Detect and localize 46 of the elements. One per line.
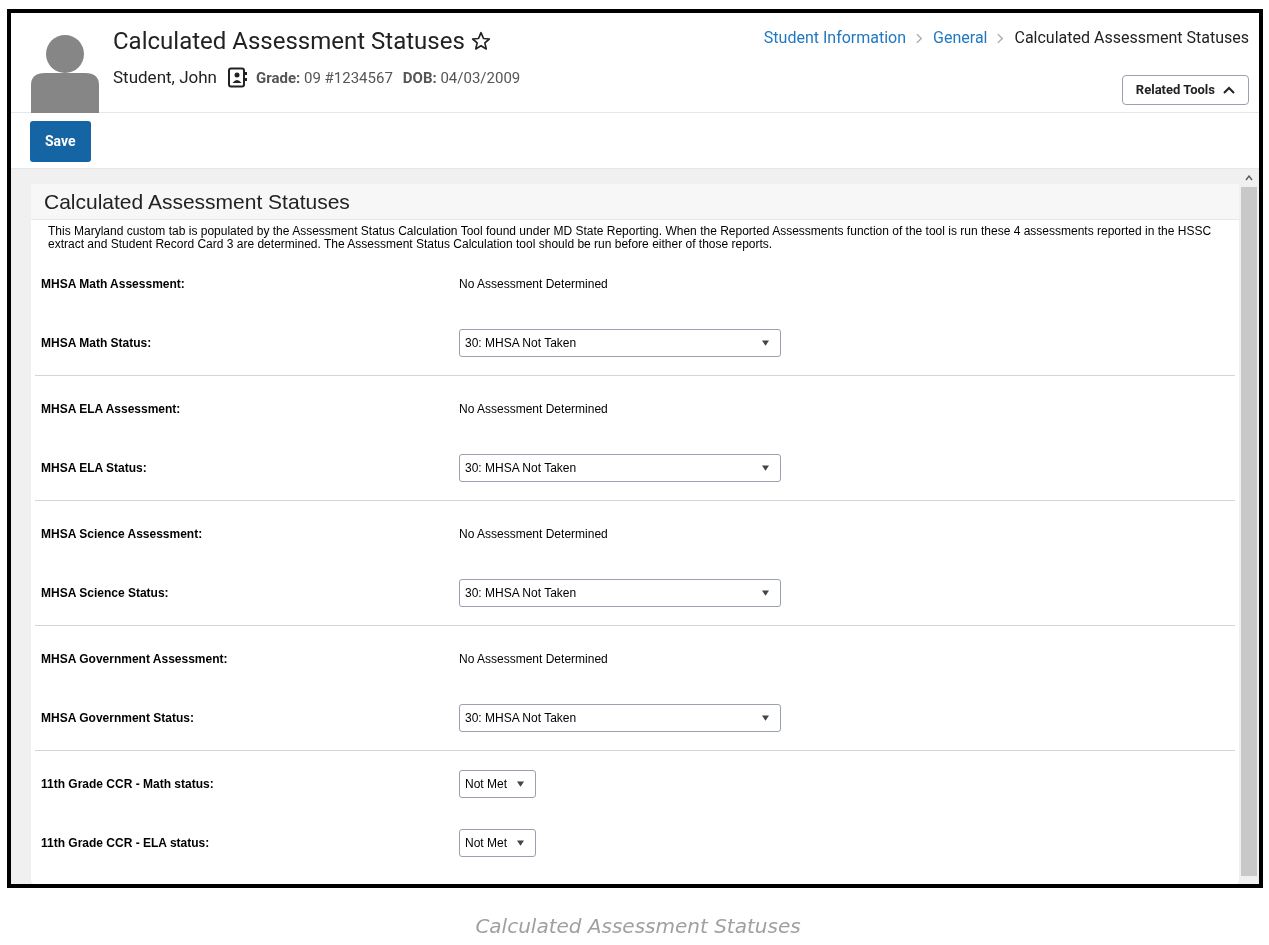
chevron-right-icon xyxy=(916,32,924,44)
field-value: No Assessment Determined xyxy=(459,650,608,668)
field-label: 11th Grade CCR - Math status: xyxy=(40,775,215,793)
breadcrumb-current: Calculated Assessment Statuses xyxy=(1014,27,1249,49)
star-icon[interactable] xyxy=(470,31,491,51)
dropdown-arrow-icon xyxy=(762,714,769,721)
related-tools-button[interactable]: Related Tools xyxy=(1121,75,1249,105)
dropdown[interactable]: 30: MHSA Not Taken xyxy=(459,328,781,357)
panel-description: This Maryland custom tab is populated by the Assessment Status Calculation Tool found under MD State Reporting. When the Reported Assessments function of the tool is run these 4 assessments reported in the HSSC extract and Student Record Card 3 are determined. The Assessment Status Calculation tool should be run before either of those reports. xyxy=(47,223,1213,251)
field-value: No Assessment Determined xyxy=(459,400,608,418)
chevron-up-icon xyxy=(1223,86,1235,94)
field-value: No Assessment Determined xyxy=(459,525,608,543)
save-button[interactable]: Save xyxy=(30,121,91,162)
panel-title: Calculated Assessment Statuses xyxy=(31,184,1239,220)
field-label: MHSA ELA Assessment: xyxy=(40,400,182,418)
field-label: MHSA Math Assessment: xyxy=(40,275,186,293)
dropdown[interactable]: Not Met xyxy=(459,769,536,798)
scroll-up-icon[interactable] xyxy=(1245,175,1253,181)
dropdown-arrow-icon xyxy=(762,589,769,596)
contact-card-icon[interactable] xyxy=(226,67,248,89)
breadcrumb-link[interactable]: General xyxy=(933,26,988,50)
dropdown[interactable]: 30: MHSA Not Taken xyxy=(459,578,781,607)
dropdown-arrow-icon xyxy=(517,839,524,846)
dropdown[interactable]: 30: MHSA Not Taken xyxy=(459,453,781,482)
page-title: Calculated Assessment Statuses xyxy=(113,26,465,57)
dob-info: DOB: 04/03/2009 xyxy=(402,67,521,89)
figure-caption: Calculated Assessment Statuses xyxy=(474,913,802,940)
field-label: MHSA Math Status: xyxy=(40,334,153,352)
student-name: Student, John xyxy=(113,66,217,89)
grade-info: Grade: 09 #1234567 xyxy=(255,67,393,89)
breadcrumb-link[interactable]: Student Information xyxy=(763,26,907,50)
dropdown[interactable]: 30: MHSA Not Taken xyxy=(459,703,781,732)
field-label: MHSA ELA Status: xyxy=(40,459,148,477)
dropdown-arrow-icon xyxy=(762,339,769,346)
dropdown-arrow-icon xyxy=(762,464,769,471)
field-value: No Assessment Determined xyxy=(459,275,608,293)
field-label: MHSA Science Status: xyxy=(40,584,170,602)
avatar-silhouette-icon xyxy=(31,35,99,113)
field-label: MHSA Science Assessment: xyxy=(40,525,204,543)
field-label: MHSA Government Status: xyxy=(40,709,195,727)
field-label: 11th Grade CCR - ELA status: xyxy=(40,834,211,852)
field-label: MHSA Government Assessment: xyxy=(40,650,229,668)
scrollbar-thumb[interactable] xyxy=(1241,187,1257,876)
dropdown-arrow-icon xyxy=(517,780,524,787)
chevron-right-icon xyxy=(997,32,1005,44)
dropdown[interactable]: Not Met xyxy=(459,828,536,857)
